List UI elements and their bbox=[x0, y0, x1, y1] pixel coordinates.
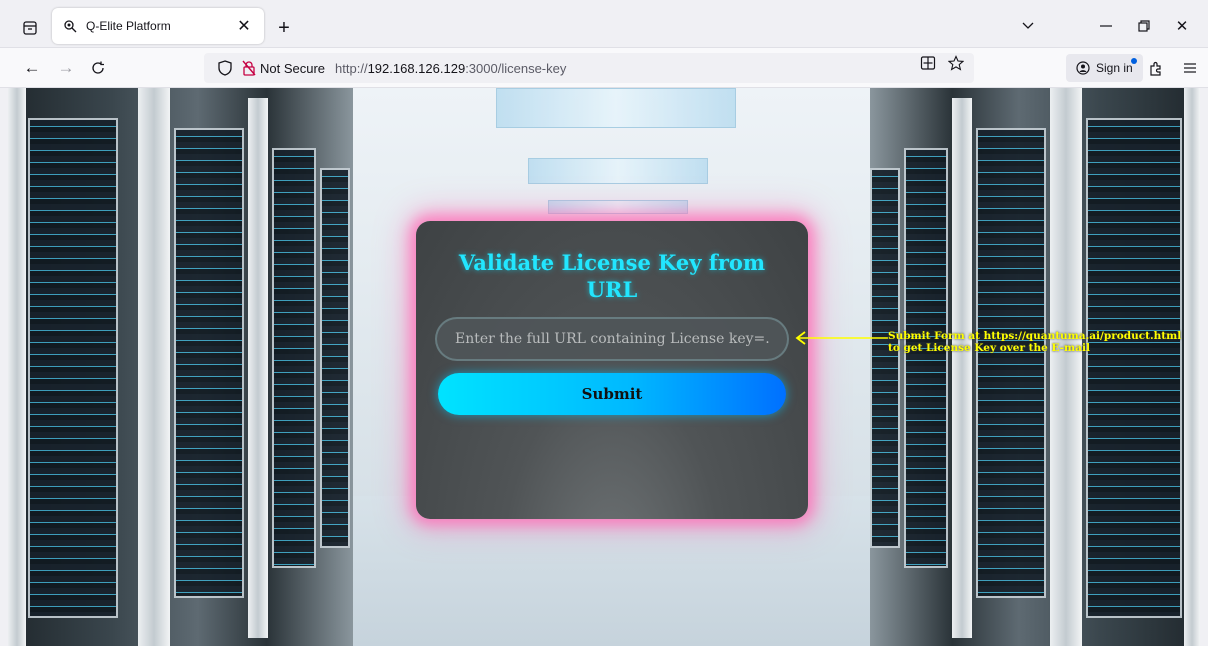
back-arrow-icon[interactable]: ← bbox=[20, 56, 44, 80]
rack-pillar bbox=[1184, 88, 1200, 646]
sign-in-button[interactable]: Sign in bbox=[1066, 54, 1143, 82]
url-host: 192.168.126.129 bbox=[367, 60, 466, 76]
ceiling-light bbox=[496, 88, 736, 128]
minimize-icon[interactable] bbox=[1092, 14, 1120, 38]
server-rack-wall-left bbox=[8, 88, 353, 646]
new-tab-button[interactable]: + bbox=[272, 16, 296, 40]
reload-icon[interactable] bbox=[86, 56, 110, 80]
extensions-icon[interactable] bbox=[1144, 56, 1168, 80]
url-path: :3000/license-key bbox=[465, 60, 567, 76]
server-rack-wall-right bbox=[870, 88, 1200, 646]
close-tab-icon[interactable]: ✕ bbox=[234, 16, 254, 36]
server-rack bbox=[272, 148, 316, 568]
server-rack bbox=[28, 118, 118, 618]
reader-view-icon[interactable] bbox=[918, 54, 938, 72]
navigation-toolbar: ← → Not Secure http://192.168.126.129:30… bbox=[0, 48, 1208, 88]
tab-q-elite[interactable]: Q-Elite Platform ✕ bbox=[52, 8, 264, 44]
restore-icon[interactable] bbox=[1130, 14, 1158, 38]
bookmark-star-icon[interactable] bbox=[946, 54, 966, 72]
notification-dot bbox=[1130, 58, 1137, 64]
not-secure-label: Not Secure bbox=[260, 60, 326, 76]
hamburger-menu-icon[interactable] bbox=[1178, 56, 1202, 80]
rack-pillar bbox=[8, 88, 26, 646]
not-secure-indicator[interactable]: Not Secure bbox=[242, 60, 325, 76]
ceiling-light bbox=[548, 200, 688, 214]
url-text[interactable]: http://192.168.126.129:3000/license-key bbox=[335, 61, 566, 76]
card-title: Validate License Key from URL bbox=[458, 250, 766, 302]
server-rack bbox=[174, 128, 244, 598]
server-rack bbox=[870, 168, 900, 548]
license-url-input[interactable] bbox=[435, 317, 789, 361]
rack-pillar bbox=[138, 88, 170, 646]
list-all-tabs-button[interactable] bbox=[18, 16, 42, 40]
sign-in-label: Sign in bbox=[1096, 61, 1133, 75]
tab-title: Q-Elite Platform bbox=[86, 19, 171, 33]
account-icon bbox=[1076, 61, 1090, 75]
address-bar[interactable]: Not Secure http://192.168.126.129:3000/l… bbox=[204, 53, 974, 83]
url-prefix: http:// bbox=[335, 60, 368, 76]
tab-overflow-chevron-icon[interactable] bbox=[1014, 14, 1042, 38]
license-validation-card: Validate License Key from URL Submit bbox=[416, 221, 808, 519]
server-rack bbox=[976, 128, 1046, 598]
rack-pillar bbox=[248, 98, 268, 638]
forward-arrow-icon[interactable]: → bbox=[54, 56, 78, 80]
ceiling-light bbox=[528, 158, 708, 184]
annotation-line-2: to get License Key over the E-mail bbox=[888, 342, 1090, 354]
tab-list-icon bbox=[23, 21, 37, 35]
tab-bar: Q-Elite Platform ✕ + ✕ bbox=[0, 0, 1208, 48]
server-rack bbox=[904, 148, 948, 568]
favicon-icon bbox=[62, 18, 78, 34]
server-rack bbox=[1086, 118, 1182, 618]
page-viewport: Validate License Key from URL Submit Sub… bbox=[8, 88, 1200, 646]
annotation-note: Submit Form at https://quantuma.ai/produ… bbox=[888, 330, 1188, 354]
annotation-line-1: Submit Form at https://quantuma.ai/produ… bbox=[888, 330, 1182, 342]
server-rack bbox=[320, 168, 350, 548]
insecure-lock-icon bbox=[242, 60, 256, 76]
rack-pillar bbox=[952, 98, 972, 638]
rack-pillar bbox=[1050, 88, 1082, 646]
annotation-arrow-icon bbox=[795, 331, 888, 345]
submit-button[interactable]: Submit bbox=[438, 373, 786, 415]
close-window-icon[interactable]: ✕ bbox=[1168, 14, 1196, 38]
tracking-protection-shield-icon[interactable] bbox=[212, 53, 238, 83]
